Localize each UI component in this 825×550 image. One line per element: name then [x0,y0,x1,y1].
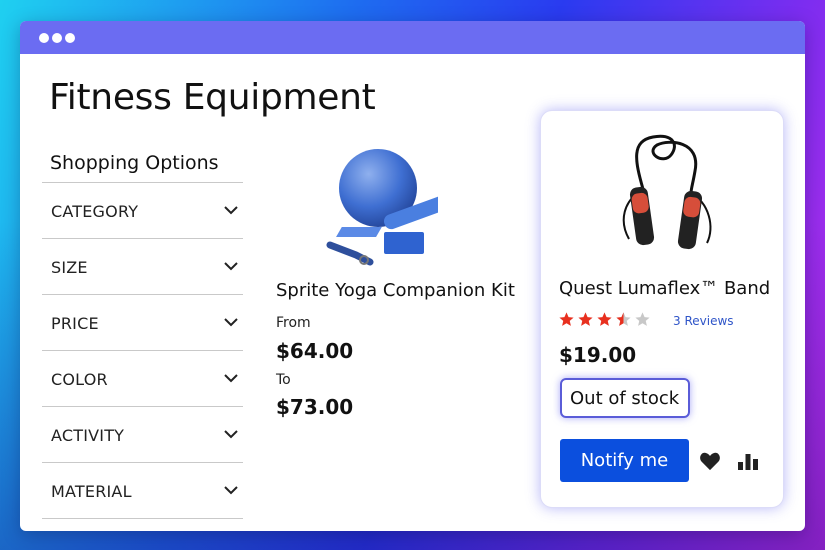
filter-label: PRICE [51,314,99,333]
filter-size[interactable]: SIZE [42,239,243,295]
browser-window: Fitness Equipment Shopping Options CATEG… [20,21,805,531]
product-name[interactable]: Sprite Yoga Companion Kit [276,280,515,301]
filter-list: CATEGORY SIZE PRICE COLOR ACTIVITY MATER… [42,182,243,519]
filter-activity[interactable]: ACTIVITY [42,407,243,463]
chevron-down-icon [224,374,238,383]
filter-label: ACTIVITY [51,426,125,445]
filter-price[interactable]: PRICE [42,295,243,351]
window-dot-icon [52,33,62,43]
page-title: Fitness Equipment [49,77,376,118]
chevron-down-icon [224,486,238,495]
price-from-value: $64.00 [276,339,354,363]
yoga-kit-image[interactable] [318,147,438,267]
star-filled-icon [597,312,612,326]
filter-category[interactable]: CATEGORY [42,183,243,239]
product-card-lumaflex-band: Quest Lumaflex™ Band 3 Reviews $19.00 Ou… [540,110,784,508]
filter-label: MATERIAL [51,482,132,501]
chevron-down-icon [224,262,238,271]
compare-icon[interactable] [737,451,759,471]
product-card-yoga-kit: Sprite Yoga Companion Kit From $64.00 To… [268,141,518,441]
star-half-icon [616,312,631,326]
price-to-value: $73.00 [276,395,354,419]
notify-me-button[interactable]: Notify me [560,439,689,482]
chevron-down-icon [224,430,238,439]
filter-label: COLOR [51,370,108,389]
star-filled-icon [559,312,574,326]
filter-color[interactable]: COLOR [42,351,243,407]
shopping-options-heading: Shopping Options [50,152,219,174]
product-name[interactable]: Quest Lumaflex™ Band [559,278,770,299]
star-empty-icon [635,312,650,326]
filter-material[interactable]: MATERIAL [42,463,243,519]
rating-stars [558,311,651,329]
stock-status-text: Out of stock [570,388,680,409]
chevron-down-icon [224,318,238,327]
heart-icon[interactable] [699,451,721,471]
price-to-label: To [276,372,291,388]
window-titlebar [20,21,805,54]
window-dot-icon [39,33,49,43]
window-dot-icon [65,33,75,43]
stock-status-badge: Out of stock [560,378,690,418]
jump-rope-image[interactable] [613,131,723,251]
product-price: $19.00 [559,343,637,367]
price-from-label: From [276,315,311,331]
star-filled-icon [578,312,593,326]
chevron-down-icon [224,206,238,215]
reviews-link[interactable]: 3 Reviews [673,314,734,328]
filter-label: CATEGORY [51,202,139,221]
filter-label: SIZE [51,258,88,277]
